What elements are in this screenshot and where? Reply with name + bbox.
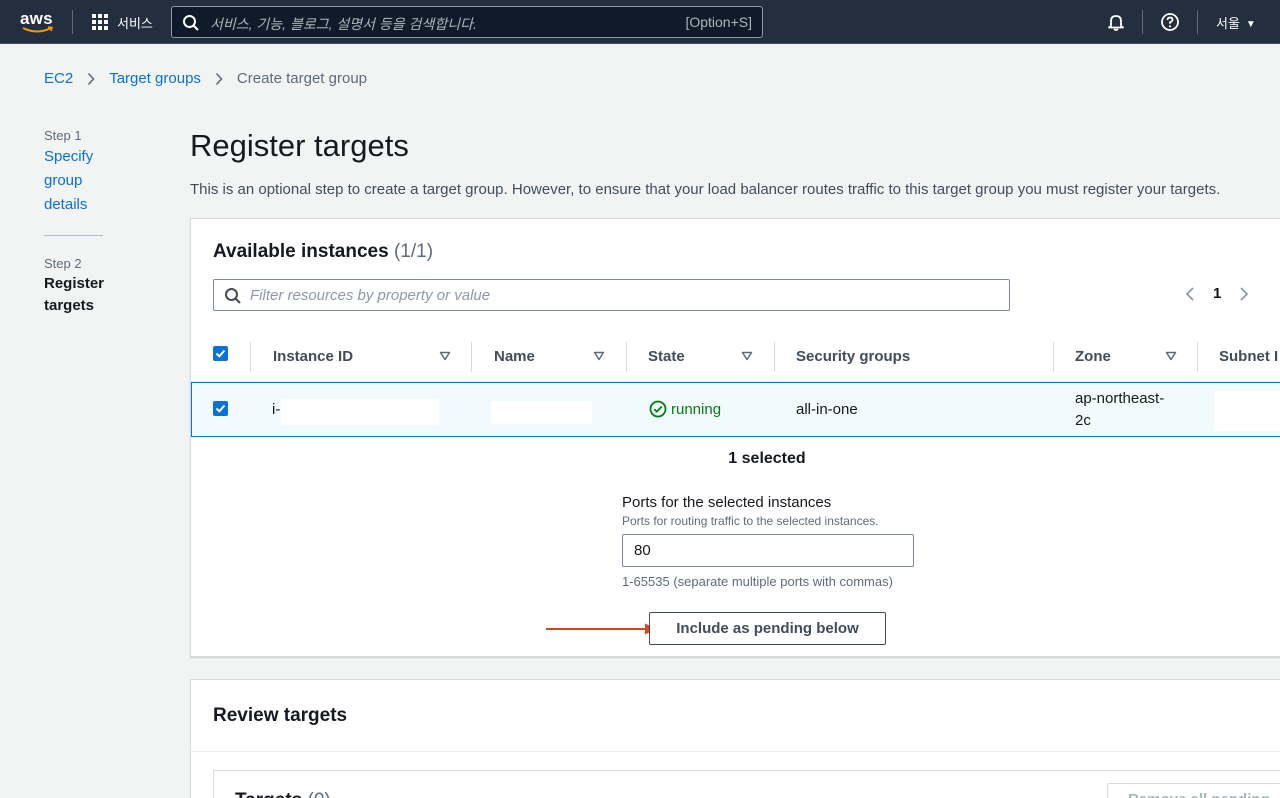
annotation-arrow-icon	[546, 623, 657, 635]
help-icon[interactable]	[1160, 12, 1180, 32]
available-instances-title: Available instances	[213, 241, 389, 262]
page-number[interactable]: 1	[1213, 285, 1221, 302]
security-groups-cell: all-in-one	[796, 401, 858, 418]
table-row[interactable]: i- running all-in-one ap-northeast- 2c	[191, 382, 1280, 437]
available-instances-header: Available instances (1/1)	[213, 241, 433, 263]
breadcrumb-ec2[interactable]: EC2	[44, 70, 73, 87]
column-header-state[interactable]: State	[648, 348, 685, 365]
column-divider	[250, 342, 251, 372]
step-2-label: Step 2	[44, 256, 82, 271]
breadcrumb: EC2 Target groups Create target group	[44, 70, 367, 87]
breadcrumb-target-groups[interactable]: Target groups	[109, 70, 201, 87]
step-2-title-line: Register	[44, 275, 105, 292]
chevron-left-icon[interactable]	[1185, 286, 1195, 302]
panel-divider	[191, 751, 1280, 752]
page-description: This is an optional step to create a tar…	[190, 181, 1221, 198]
remove-all-pending-button[interactable]: Remove all pending	[1107, 783, 1280, 798]
column-header-zone[interactable]: Zone	[1075, 348, 1111, 365]
step-2-title-line: targets	[44, 297, 95, 314]
ports-input[interactable]	[622, 534, 914, 567]
chevron-right-icon[interactable]	[1239, 286, 1249, 302]
sort-icon[interactable]	[741, 351, 753, 361]
column-divider	[626, 342, 627, 372]
targets-header: Targets (0)	[235, 790, 331, 798]
column-divider	[1053, 342, 1054, 372]
chevron-right-icon	[215, 72, 223, 85]
search-icon	[183, 15, 199, 31]
pagination: 1	[1185, 285, 1249, 302]
column-header-subnet[interactable]: Subnet I	[1219, 348, 1278, 365]
services-menu-label[interactable]: 서비스	[117, 13, 153, 32]
filter-input[interactable]	[250, 285, 990, 305]
available-instances-panel: Available instances (1/1) 1 Instance ID …	[190, 218, 1280, 657]
wizard-steps: Step 1 Specify group details Step 2 Regi…	[44, 128, 104, 317]
step-1-title-line: details	[44, 196, 88, 213]
include-as-pending-button[interactable]: Include as pending below	[649, 612, 886, 645]
region-label: 서울	[1216, 16, 1240, 31]
zone-cell-line: 2c	[1075, 412, 1091, 429]
chevron-right-icon	[88, 72, 95, 85]
table-header: Instance ID Name State Security groups Z…	[191, 332, 1280, 382]
instance-id-cell[interactable]: i-	[272, 401, 280, 418]
selected-count: 1 selected	[728, 450, 806, 467]
redacted-subnet	[1214, 391, 1280, 431]
available-instances-count: (1/1)	[393, 241, 434, 262]
search-placeholder: 서비스, 기능, 블로그, 설명서 등을 검색합니다.	[210, 16, 477, 32]
top-navigation: aws 서비스 서비스, 기능, 블로그, 설명서 등을 검색합니다. [Opt…	[0, 0, 1280, 44]
page-title: Register targets	[190, 128, 409, 163]
region-selector[interactable]: 서울 ▼	[1216, 13, 1256, 32]
checkmark-icon	[215, 404, 226, 413]
step-1-label: Step 1	[44, 128, 82, 143]
sort-icon[interactable]	[593, 351, 605, 361]
ports-form-field: Ports for the selected instances Ports f…	[622, 494, 922, 589]
review-targets-title: Review targets	[213, 705, 348, 726]
ports-constraint-hint: 1-65535 (separate multiple ports with co…	[622, 574, 893, 589]
column-header-name[interactable]: Name	[494, 348, 535, 365]
targets-count: (0)	[308, 790, 331, 798]
nav-divider	[1142, 10, 1143, 34]
column-divider	[774, 342, 775, 372]
column-divider	[1197, 342, 1198, 372]
search-shortcut: [Option+S]	[685, 14, 752, 30]
redacted-instance-id	[281, 399, 439, 425]
breadcrumb-current: Create target group	[236, 70, 367, 87]
checkmark-icon	[215, 349, 226, 358]
status-success-icon	[649, 400, 667, 418]
global-search-bar[interactable]: 서비스, 기능, 블로그, 설명서 등을 검색합니다. [Option+S]	[171, 6, 763, 38]
filter-field[interactable]	[213, 279, 1010, 311]
targets-title: Targets	[235, 790, 302, 798]
step-1-title-line: group	[44, 172, 83, 189]
instance-state: running	[649, 400, 721, 418]
ports-description: Ports for routing traffic to the selecte…	[622, 514, 879, 528]
nav-divider	[1197, 10, 1198, 34]
column-divider	[471, 342, 472, 372]
zone-cell-line: ap-northeast-	[1075, 390, 1165, 407]
aws-logo[interactable]: aws	[20, 9, 56, 34]
state-text: running	[671, 400, 722, 418]
sort-icon[interactable]	[1165, 351, 1177, 361]
step-1-title-line: Specify	[44, 148, 94, 165]
steps-divider	[44, 235, 103, 236]
step-1-link[interactable]: Specify group details	[44, 145, 104, 217]
bell-icon[interactable]	[1106, 12, 1126, 32]
search-icon	[225, 288, 241, 304]
column-header-security-groups[interactable]: Security groups	[796, 348, 910, 365]
ports-label: Ports for the selected instances	[622, 494, 832, 511]
redacted-name	[491, 401, 592, 424]
select-all-checkbox[interactable]	[213, 346, 228, 361]
row-checkbox[interactable]	[213, 401, 228, 416]
review-targets-panel: Review targets Targets (0) Remove all pe…	[190, 679, 1280, 798]
sort-icon[interactable]	[439, 351, 451, 361]
targets-container: Targets (0) Remove all pending	[213, 770, 1280, 798]
grid-icon[interactable]	[92, 14, 108, 30]
aws-smile-icon	[22, 26, 54, 33]
column-header-instance-id[interactable]: Instance ID	[273, 348, 353, 365]
caret-down-icon: ▼	[1245, 19, 1256, 30]
nav-divider	[72, 10, 73, 34]
